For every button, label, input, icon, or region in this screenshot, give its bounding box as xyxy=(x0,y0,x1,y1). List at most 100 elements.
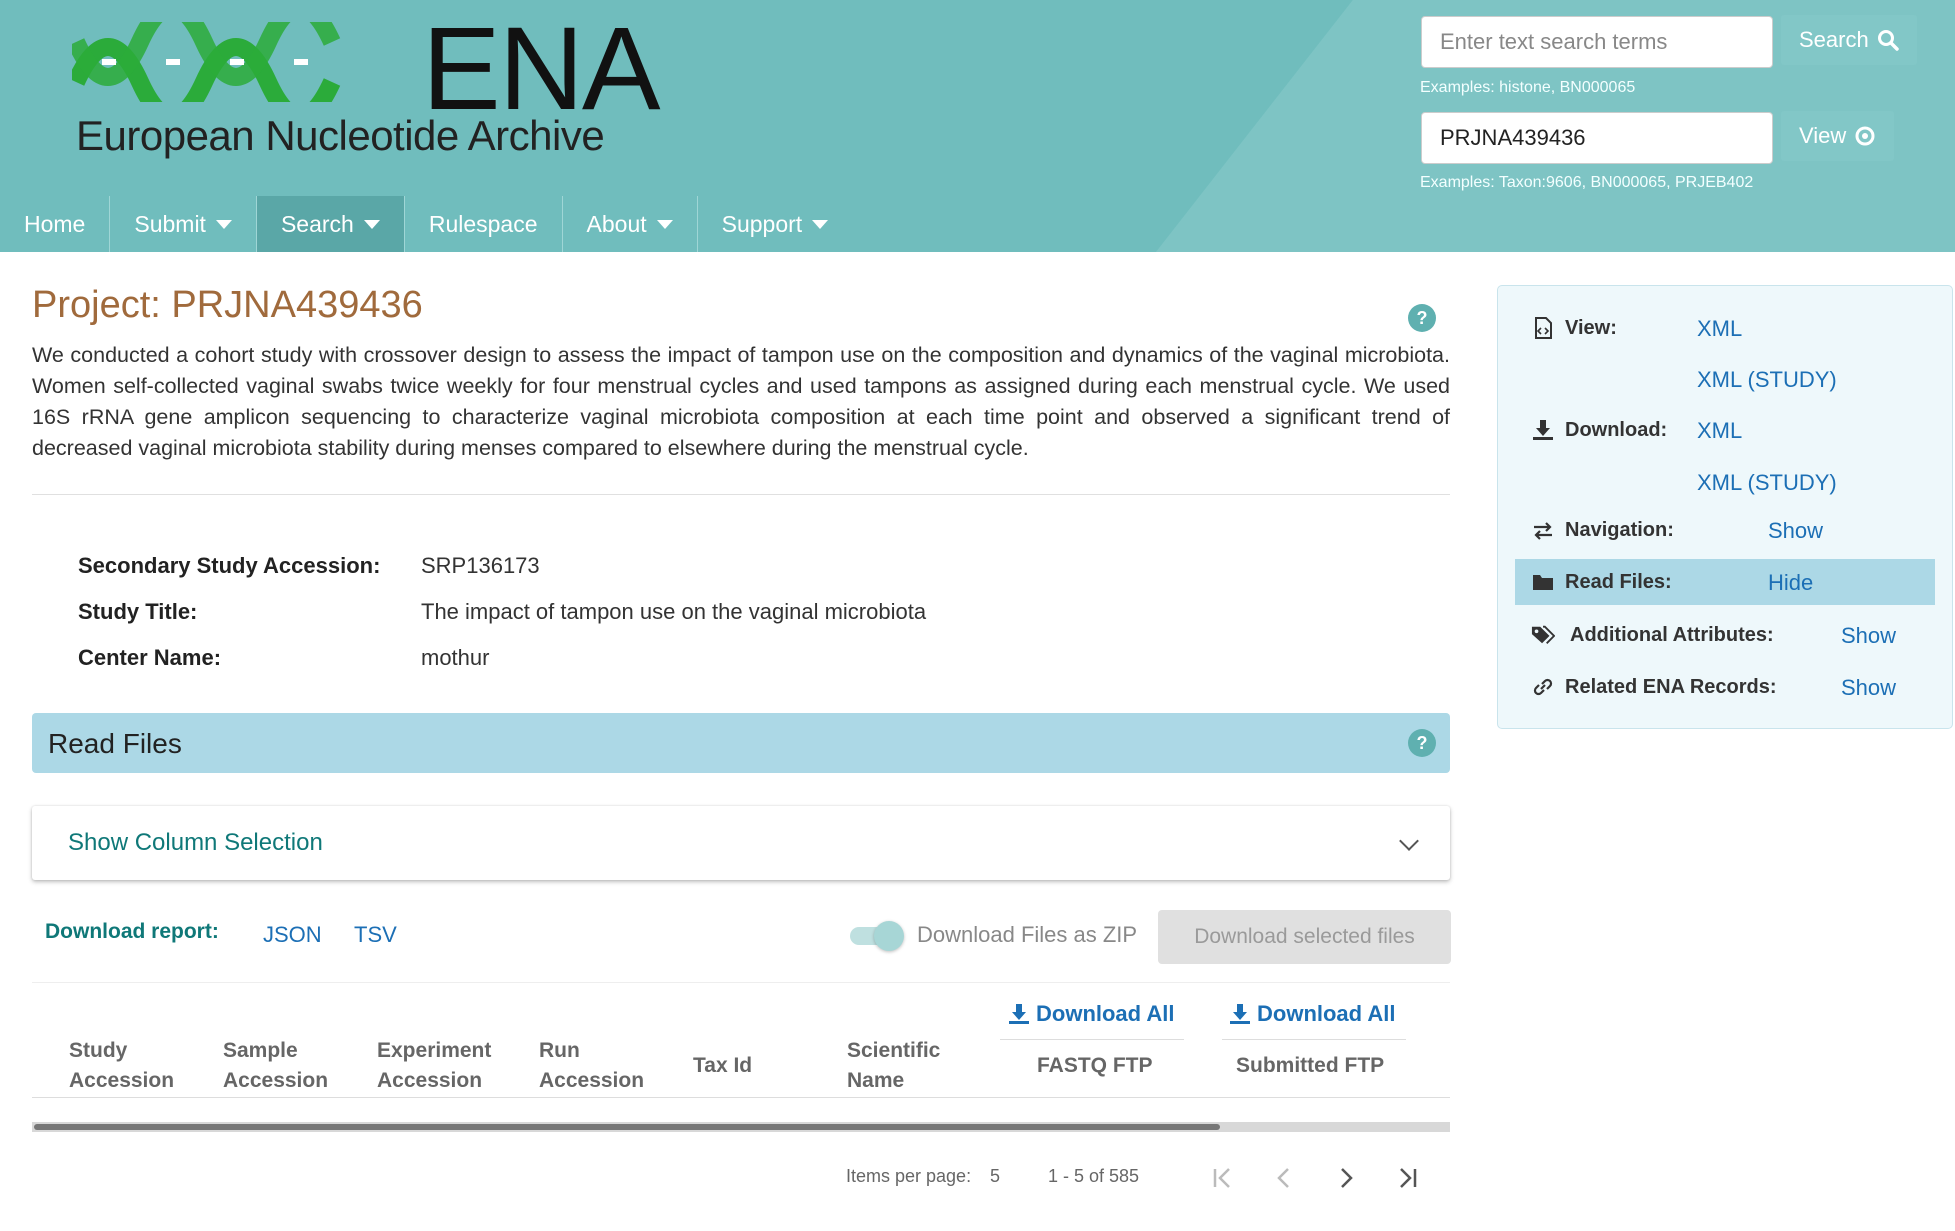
previous-page-button[interactable] xyxy=(1264,1160,1304,1196)
sidebar-related-records-label: Related ENA Records: xyxy=(1565,676,1777,698)
sidebar-navigation-toggle[interactable]: Show xyxy=(1768,518,1823,544)
nav-rulespace[interactable]: Rulespace xyxy=(405,196,563,252)
link-icon xyxy=(1531,675,1555,699)
divider xyxy=(1222,1039,1406,1040)
sidebar-attributes-row: Additional Attributes: Show xyxy=(1498,612,1952,658)
sidebar-navigation-label: Navigation: xyxy=(1565,519,1674,541)
nav-support-label: Support xyxy=(721,210,803,237)
col-line: Accession xyxy=(377,1069,483,1092)
col-line: Sample xyxy=(223,1039,298,1062)
col-line: Accession xyxy=(539,1069,645,1092)
help-icon[interactable]: ? xyxy=(1408,729,1436,757)
nav-home[interactable]: Home xyxy=(0,196,111,252)
col-line: Name xyxy=(847,1069,905,1092)
nav-search[interactable]: Search xyxy=(256,196,405,252)
download-all-submitted-button[interactable]: Download All xyxy=(1229,1001,1396,1027)
col-line: FASTQ FTP xyxy=(1037,1054,1153,1077)
nav-submit-label: Submit xyxy=(134,210,206,237)
text-search-button[interactable]: Search xyxy=(1781,15,1917,65)
target-icon xyxy=(1855,126,1875,146)
chevron-right-icon xyxy=(1341,1168,1353,1188)
logo-subtitle: European Nucleotide Archive xyxy=(76,112,605,159)
column-header-scientific-name[interactable]: Scientific Name xyxy=(847,1036,940,1096)
download-report-label: Download report: xyxy=(45,920,219,943)
nav-rulespace-label: Rulespace xyxy=(428,210,538,237)
help-icon[interactable]: ? xyxy=(1408,304,1436,332)
arrows-exchange-icon xyxy=(1531,519,1555,543)
zip-toggle[interactable] xyxy=(850,921,904,951)
sidebar-read-files-label: Read Files: xyxy=(1565,571,1672,593)
chevron-down-icon xyxy=(1399,831,1419,851)
download-all-fastq-button[interactable]: Download All xyxy=(1008,1001,1175,1027)
download-report-json-link[interactable]: JSON xyxy=(263,922,322,948)
main-nav: Home Submit Search Rulespace About Suppo… xyxy=(0,196,852,252)
meta-label: Study Title: xyxy=(78,599,198,624)
column-header-experiment-accession[interactable]: Experiment Accession xyxy=(377,1036,491,1096)
column-header-sample-accession[interactable]: Sample Accession xyxy=(223,1036,328,1096)
column-header-run-accession[interactable]: Run Accession xyxy=(539,1036,644,1096)
nav-submit[interactable]: Submit xyxy=(110,196,257,252)
column-selection-panel[interactable]: Show Column Selection xyxy=(32,806,1450,880)
sidebar-view-xml-study-link[interactable]: XML (STUDY) xyxy=(1697,367,1837,393)
scrollbar-thumb[interactable] xyxy=(34,1124,1220,1130)
project-description: We conducted a cohort study with crossov… xyxy=(32,343,1450,460)
col-line: Experiment xyxy=(377,1039,492,1062)
sidebar-download-xml-study-link[interactable]: XML (STUDY) xyxy=(1697,470,1837,496)
download-all-label: Download All xyxy=(1036,1001,1175,1026)
zip-toggle-label: Download Files as ZIP xyxy=(917,922,1138,947)
col-line: Accession xyxy=(223,1069,329,1092)
col-line: Tax Id xyxy=(693,1054,753,1077)
sidebar-attributes-toggle[interactable]: Show xyxy=(1841,623,1896,649)
last-page-button[interactable] xyxy=(1387,1160,1427,1196)
text-search-examples: Examples: histone, BN000065 xyxy=(1420,79,1636,96)
col-line: Run xyxy=(539,1039,580,1062)
download-icon xyxy=(1531,418,1555,442)
sidebar-read-files-toggle[interactable]: Hide xyxy=(1768,570,1813,596)
chevron-left-icon xyxy=(1277,1168,1289,1188)
text-search-input[interactable] xyxy=(1421,16,1773,68)
first-page-icon xyxy=(1213,1168,1230,1188)
divider xyxy=(32,494,1450,495)
meta-value: mothur xyxy=(421,645,490,670)
toggle-knob xyxy=(874,921,904,951)
next-page-button[interactable] xyxy=(1326,1160,1366,1196)
site-header: ENA European Nucleotide Archive Search E… xyxy=(0,0,1955,252)
download-icon xyxy=(1009,1004,1029,1024)
view-button-label: View xyxy=(1799,123,1847,148)
search-icon xyxy=(1877,30,1899,51)
logo-title: ENA xyxy=(422,3,661,135)
sidebar-navigation-row: Navigation: Show xyxy=(1498,507,1952,553)
view-button[interactable]: View xyxy=(1781,111,1895,161)
sidebar-related-records-row: Related ENA Records: Show xyxy=(1498,664,1952,710)
column-header-submitted-ftp[interactable]: Submitted FTP xyxy=(1236,1051,1384,1081)
column-header-fastq-ftp[interactable]: FASTQ FTP xyxy=(1037,1051,1153,1081)
ena-logo[interactable]: ENA European Nucleotide Archive xyxy=(72,10,661,160)
caret-down-icon xyxy=(656,219,673,229)
view-accession-input[interactable] xyxy=(1421,112,1773,164)
download-icon xyxy=(1230,1004,1250,1024)
file-code-icon xyxy=(1531,316,1555,340)
read-files-section-header: Read Files ? xyxy=(32,713,1450,773)
sidebar-read-files-row: Read Files: Hide xyxy=(1515,559,1935,605)
sidebar-view-xml-link[interactable]: XML xyxy=(1697,316,1742,342)
column-header-study-accession[interactable]: Study Accession xyxy=(69,1036,174,1096)
first-page-button[interactable] xyxy=(1203,1160,1243,1196)
meta-label: Secondary Study Accession: xyxy=(78,553,381,578)
divider xyxy=(1000,1039,1184,1040)
sidebar-view-label: View: xyxy=(1565,317,1617,339)
caret-down-icon xyxy=(812,219,829,229)
sidebar-download-xml-link[interactable]: XML xyxy=(1697,418,1742,444)
download-selected-files-button[interactable]: Download selected files xyxy=(1158,910,1451,964)
column-header-tax-id[interactable]: Tax Id xyxy=(693,1051,752,1081)
meta-secondary-accession: Secondary Study Accession: SRP136173 xyxy=(78,553,540,579)
download-report-tsv-link[interactable]: TSV xyxy=(354,922,397,948)
pagination-range: 1 - 5 of 585 xyxy=(1048,1166,1140,1186)
caret-down-icon xyxy=(363,219,380,229)
sidebar-related-records-toggle[interactable]: Show xyxy=(1841,675,1896,701)
table-horizontal-scrollbar[interactable] xyxy=(32,1122,1450,1132)
col-line: Submitted FTP xyxy=(1236,1054,1385,1077)
nav-about[interactable]: About xyxy=(563,196,698,252)
download-all-label: Download All xyxy=(1257,1001,1396,1026)
items-per-page-select[interactable]: 5 xyxy=(990,1166,1000,1187)
nav-support[interactable]: Support xyxy=(698,196,853,252)
